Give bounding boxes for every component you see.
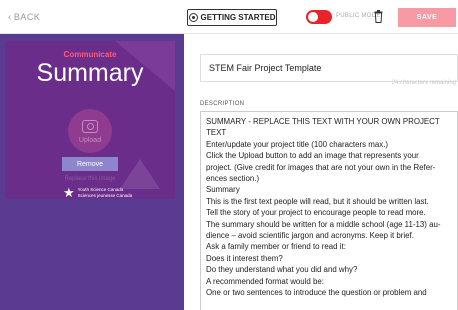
getting-started-label: GETTING STARTED <box>200 13 276 22</box>
chevron-left-icon: ‹ <box>8 12 12 23</box>
back-label: BACK <box>13 12 41 22</box>
save-button[interactable]: SAVE <box>398 8 456 27</box>
left-panel: Communicate Summary Upload Remove Replac… <box>0 34 184 310</box>
description-line: ences section.) <box>206 174 260 184</box>
decorative-shape <box>120 159 160 189</box>
description-line: The summary should be written for a midd… <box>206 219 441 229</box>
description-line: One or two sentences to introduce the qu… <box>206 288 427 298</box>
project-title-input[interactable] <box>200 54 458 82</box>
star-logo-icon: ★ <box>63 185 75 199</box>
description-line: A recommended format would be: <box>206 276 324 286</box>
top-bar: ‹ BACK GETTING STARTED PUBLIC MODE SAVE <box>0 0 458 34</box>
description-line: Ask a family member or friend to read it… <box>206 242 346 252</box>
description-line: Do they understand what you did and why? <box>206 265 358 275</box>
getting-started-button[interactable]: GETTING STARTED <box>187 9 277 26</box>
description-line: This is the first text people will read,… <box>206 196 429 206</box>
description-line: Enter/update your project title (100 cha… <box>206 139 389 149</box>
cover-image: Communicate Summary Upload Remove Replac… <box>5 41 175 199</box>
cover-title: Summary <box>36 59 144 87</box>
cover-section-label: Communicate <box>63 50 117 59</box>
camera-icon <box>82 120 98 133</box>
back-button[interactable]: ‹ BACK <box>8 12 40 23</box>
upload-button[interactable]: Upload <box>68 109 112 153</box>
form-panel: 24 characters remaining DESCRIPTION SUMM… <box>184 34 458 310</box>
description-line: Does it interest them? <box>206 253 283 263</box>
toggle-knob <box>308 12 318 22</box>
public-mode-toggle[interactable] <box>306 10 332 24</box>
youth-science-logo: ★ Youth Science Canada Sciences jeunesse… <box>63 186 132 199</box>
description-line: project. (Give credit for images that ar… <box>206 162 436 172</box>
upload-label: Upload <box>78 137 102 144</box>
replace-image-hint: Replace this image <box>64 176 116 182</box>
trash-icon[interactable] <box>374 10 383 23</box>
description-line: Summary <box>206 185 240 195</box>
compass-icon <box>188 13 198 22</box>
description-line: Tell the story of your project to encour… <box>206 208 426 218</box>
description-line: dience – avoid scientific jargon and acr… <box>206 231 414 241</box>
remove-button[interactable]: Remove <box>62 157 118 171</box>
description-label: DESCRIPTION <box>200 101 245 107</box>
description-line: Click the Upload button to add an image … <box>206 151 419 161</box>
description-line: SUMMARY - REPLACE THIS TEXT WITH YOUR OW… <box>206 117 440 126</box>
logo-line-2: Sciences jeunesse Canada <box>77 192 133 198</box>
description-textarea[interactable]: SUMMARY - REPLACE THIS TEXT WITH YOUR OW… <box>200 111 458 310</box>
description-line: TEXT <box>206 128 227 138</box>
characters-remaining: 24 characters remaining <box>391 80 456 86</box>
